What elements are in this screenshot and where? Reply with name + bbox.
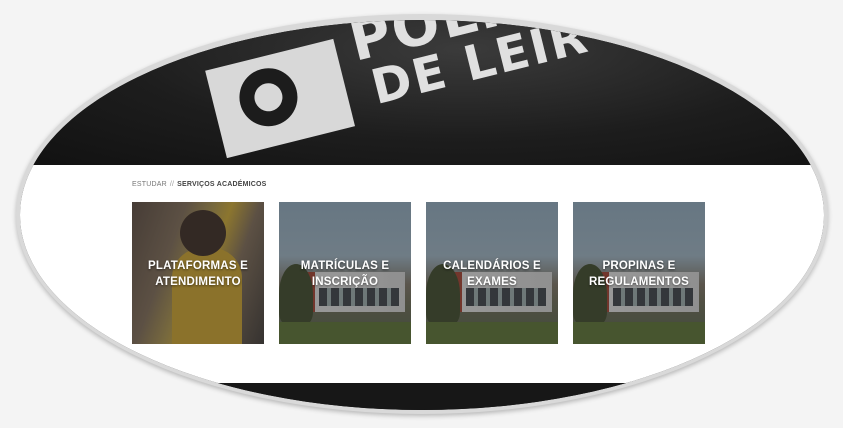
breadcrumb: ESTUDAR//SERVIÇOS ACADÉMICOS (132, 181, 267, 188)
breadcrumb-separator: // (169, 181, 175, 188)
card-propinas-regulamentos[interactable]: PROPINAS E REGULAMENTOS (573, 202, 705, 344)
main-content: ESTUDAR//SERVIÇOS ACADÉMICOS PLATAFORMAS… (20, 165, 824, 383)
breadcrumb-parent-link[interactable]: ESTUDAR (132, 181, 167, 188)
card-label: CALENDÁRIOS E EXAMES (443, 260, 541, 288)
screenshot-frame: POLIT DE LEIR ESTUDAR//SERVIÇOS ACADÉMIC… (20, 20, 824, 410)
card-plataformas-atendimento[interactable]: PLATAFORMAS E ATENDIMENTO (132, 202, 264, 344)
logo-mark-icon (205, 38, 356, 159)
breadcrumb-current: SERVIÇOS ACADÉMICOS (177, 181, 267, 188)
card-matriculas-inscricao[interactable]: MATRÍCULAS E INSCRIÇÃO (279, 202, 411, 344)
card-calendarios-exames[interactable]: CALENDÁRIOS E EXAMES (426, 202, 558, 344)
logo-ring-icon (233, 62, 304, 133)
service-cards: PLATAFORMAS E ATENDIMENTO MATRÍCULAS E I… (132, 202, 712, 344)
hero-banner: POLIT DE LEIR (20, 20, 824, 165)
card-label: MATRÍCULAS E INSCRIÇÃO (300, 260, 390, 288)
card-label: PLATAFORMAS E ATENDIMENTO (148, 260, 248, 288)
card-label: PROPINAS E REGULAMENTOS (589, 260, 689, 288)
footer-band (20, 383, 824, 410)
